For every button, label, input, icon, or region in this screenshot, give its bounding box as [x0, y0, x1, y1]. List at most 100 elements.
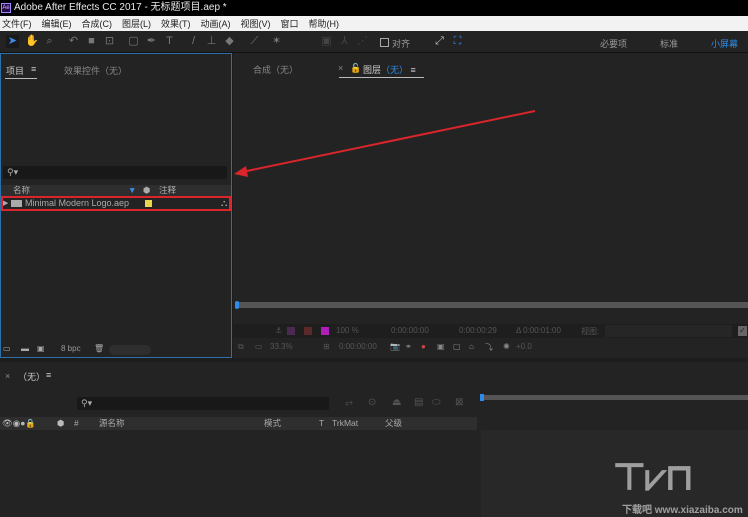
draft-3d-icon[interactable]: ⊙ [368, 397, 376, 408]
magnification-dropdown[interactable]: 33.3% [270, 342, 293, 351]
expand-arrow-icon[interactable]: ▶ [3, 199, 8, 207]
panel-menu-icon[interactable]: ≡ [46, 370, 51, 380]
menu-layer[interactable]: 图层(L) [122, 17, 151, 30]
timeline-navigator[interactable] [481, 395, 748, 400]
label-column-icon[interactable]: ⬢ [57, 417, 64, 430]
monitor-icon[interactable]: ▭ [255, 342, 263, 351]
shy-icon[interactable]: ⏏ [392, 397, 401, 408]
exposure-value[interactable]: +0.0 [516, 342, 532, 351]
layer-time-scrubber[interactable] [236, 302, 748, 308]
pen-tool-icon[interactable]: ✒ [145, 35, 158, 48]
column-trkmat[interactable]: TrkMat [332, 417, 358, 430]
frame-blending-icon[interactable]: ▤ [414, 397, 423, 408]
tab-composition[interactable]: 合成（无） [253, 63, 298, 76]
project-footer: ▭ ▬ ▣ 8 bpc 🗑 [1, 344, 231, 357]
world-axis-icon[interactable]: ⅄ [338, 35, 351, 48]
workspace-standard[interactable]: 标准 [660, 37, 678, 50]
snap-grid-icon[interactable]: ⛶ [451, 35, 464, 48]
workspace-essentials[interactable]: 必要项 [600, 37, 627, 50]
pan-behind-tool-icon[interactable]: ⊡ [103, 35, 116, 48]
snapshot-icon[interactable]: 📷 [390, 342, 400, 351]
tab-project[interactable]: 项目 [6, 64, 24, 77]
playhead-marker[interactable] [235, 301, 239, 309]
motion-blur-icon[interactable]: ⬭ [432, 397, 441, 408]
navigator-start-handle[interactable] [480, 394, 484, 401]
zoom-percent[interactable]: 100 % [336, 326, 359, 335]
view-axis-icon[interactable]: ⋰ [356, 35, 369, 48]
close-tab-icon[interactable]: × [5, 371, 10, 381]
eraser-tool-icon[interactable]: ◆ [223, 35, 236, 48]
clone-stamp-tool-icon[interactable]: ⊥ [205, 35, 218, 48]
lock-icon[interactable]: 🔓 [350, 63, 361, 74]
watermark-text: 下载吧 www.xiazaiba.com [622, 505, 743, 516]
column-mode[interactable]: 模式 [264, 417, 281, 430]
workspace-small-screen[interactable]: 小屏幕 [711, 37, 738, 50]
menu-composition[interactable]: 合成(C) [82, 17, 113, 30]
label-color-swatch[interactable] [145, 200, 152, 207]
show-snapshot-icon[interactable]: ⚭ [405, 342, 412, 351]
snap-checkbox[interactable] [380, 38, 389, 47]
in-point-time[interactable]: 0:00:00:00 [391, 326, 429, 335]
graph-editor-icon[interactable]: ⊠ [455, 397, 463, 408]
column-name[interactable]: 名称 [13, 185, 30, 196]
bit-depth-label[interactable]: 8 bpc [61, 344, 81, 353]
menu-help[interactable]: 帮助(H) [309, 17, 340, 30]
camera-tool-icon[interactable]: ■ [85, 35, 98, 48]
transparency-grid-icon[interactable]: ▢ [453, 342, 461, 351]
column-comment[interactable]: 注释 [159, 185, 176, 196]
fast-preview-icon[interactable]: ⌂ [469, 342, 474, 351]
anchor-icon[interactable]: ⚓ [275, 326, 282, 335]
tab-layer[interactable]: 图层（无） ≡ [363, 63, 416, 76]
exposure-icon[interactable]: ✺ [503, 342, 510, 351]
label-column-icon[interactable]: ⬢ [143, 185, 150, 196]
delete-icon[interactable]: 🗑 [94, 344, 104, 353]
column-source-name[interactable]: 源名称 [99, 417, 125, 430]
close-tab-icon[interactable]: × [338, 63, 343, 73]
brush-tool-icon[interactable]: / [187, 35, 200, 48]
tab-effect-controls[interactable]: 效果控件（无） [64, 64, 127, 77]
timeline-search-input[interactable]: ⚲▾ [77, 397, 329, 410]
mask-icon[interactable] [287, 327, 295, 335]
zoom-tool-icon[interactable]: ⌕ [43, 35, 56, 48]
menu-view[interactable]: 视图(V) [241, 17, 271, 30]
channel-icon[interactable]: ● [421, 342, 426, 351]
column-t[interactable]: T [319, 417, 324, 430]
new-folder-icon[interactable]: ▬ [21, 344, 29, 353]
composition-mini-flowchart-icon[interactable]: ⥅ [345, 397, 353, 408]
new-composition-icon[interactable]: ▣ [37, 344, 45, 353]
magenta-swatch[interactable] [321, 327, 329, 335]
view-dropdown[interactable] [605, 325, 732, 337]
interpret-footage-icon[interactable]: ▭ [3, 344, 11, 353]
menu-file[interactable]: 文件(F) [2, 17, 32, 30]
project-search-input[interactable]: ⚲▾ [3, 166, 227, 179]
region-icon[interactable]: ▣ [437, 342, 445, 351]
sort-arrow-icon[interactable]: ▼ [128, 185, 136, 196]
render-checkbox[interactable]: ✓ [738, 326, 747, 336]
puppet-tool-icon[interactable]: ✶ [270, 35, 283, 48]
selection-tool-icon[interactable]: ➤ [6, 35, 19, 48]
current-time[interactable]: 0:00:00:00 [339, 342, 377, 351]
rectangle-tool-icon[interactable]: ▢ [127, 35, 140, 48]
column-parent[interactable]: 父级 [385, 417, 402, 430]
roto-brush-tool-icon[interactable]: ⟋ [248, 35, 261, 48]
local-axis-icon[interactable]: ▣ [320, 35, 333, 48]
color-swatch[interactable] [304, 327, 312, 335]
timeline-column-header: 👁◉●🔒 ⬢ # 源名称 模式 T TrkMat 父级 [0, 417, 477, 430]
always-preview-icon[interactable]: ⧉ [238, 342, 244, 352]
rotate-tool-icon[interactable]: ↶ [67, 35, 80, 48]
tab-timeline[interactable]: （无） [18, 370, 45, 383]
menu-edit[interactable]: 编辑(E) [42, 17, 72, 30]
thumbnail-scrollbar[interactable] [109, 345, 151, 355]
timeline-icon[interactable]: ⤵ [485, 342, 493, 353]
snap-toggle-icon[interactable]: ⤢ [433, 35, 446, 48]
menu-animation[interactable]: 动画(A) [201, 17, 231, 30]
text-tool-icon[interactable]: T [163, 35, 176, 48]
hand-tool-icon[interactable]: ✋ [25, 35, 39, 48]
menu-window[interactable]: 窗口 [281, 17, 299, 30]
out-point-time[interactable]: 0:00:00:29 [459, 326, 497, 335]
safe-margins-icon[interactable]: ⊞ [323, 342, 330, 351]
column-number[interactable]: # [74, 417, 79, 430]
menu-effect[interactable]: 效果(T) [161, 17, 191, 30]
panel-menu-icon[interactable]: ≡ [31, 64, 36, 74]
project-item-row[interactable]: ▶ Minimal Modern Logo.aep ⛬ [1, 196, 231, 211]
